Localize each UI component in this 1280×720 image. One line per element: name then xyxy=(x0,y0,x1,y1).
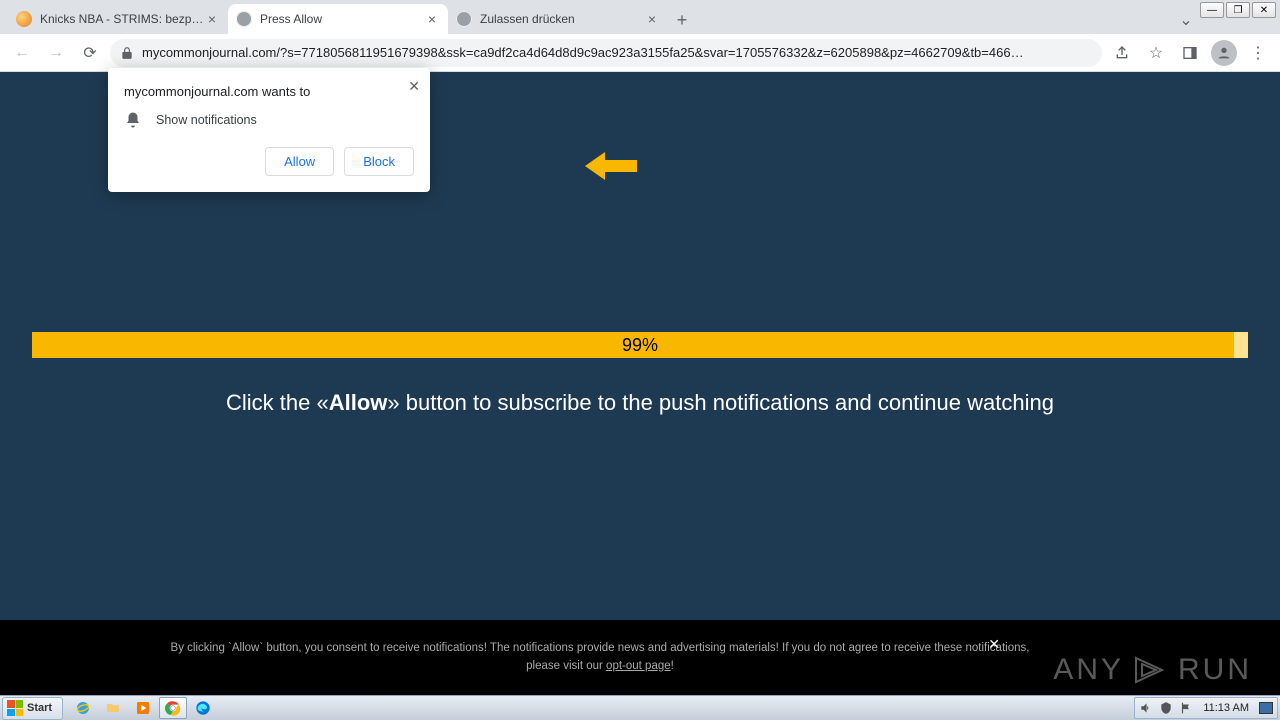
taskbar: Start 11:13 AM xyxy=(0,695,1280,720)
forward-button[interactable]: → xyxy=(42,39,70,67)
url-text: mycommonjournal.com/?s=77180568119516793… xyxy=(142,45,1092,60)
progress-bar: 99% xyxy=(32,332,1248,358)
block-button[interactable]: Block xyxy=(344,147,414,176)
back-button[interactable]: ← xyxy=(8,39,36,67)
permission-capability: Show notifications xyxy=(156,113,257,127)
instruction-post: » button to subscribe to the push notifi… xyxy=(387,390,1054,415)
instruction-pre: Click the « xyxy=(226,390,329,415)
permission-close-icon[interactable]: ✕ xyxy=(408,78,420,95)
progress-remainder xyxy=(1234,332,1248,358)
opt-out-link[interactable]: opt-out page xyxy=(606,660,671,672)
tab-strip: Knicks NBA - STRIMS: bezpłatna tran × Pr… xyxy=(0,0,1280,34)
bell-icon xyxy=(124,111,142,129)
maximize-button[interactable]: ❐ xyxy=(1226,2,1250,18)
watermark-run: RUN xyxy=(1178,653,1252,687)
arrow-left-icon xyxy=(585,144,637,192)
play-icon xyxy=(1132,654,1170,686)
tab-title: Knicks NBA - STRIMS: bezpłatna tran xyxy=(40,12,204,26)
tab-zulassen[interactable]: Zulassen drücken × xyxy=(448,4,668,34)
consent-banner: By clicking `Allow` button, you consent … xyxy=(0,620,1280,695)
lock-icon xyxy=(120,46,134,60)
close-icon[interactable]: × xyxy=(424,11,440,27)
consent-text: By clicking `Allow` button, you consent … xyxy=(171,640,1030,675)
tab-knicks[interactable]: Knicks NBA - STRIMS: bezpłatna tran × xyxy=(8,4,228,34)
show-desktop-icon[interactable] xyxy=(1259,702,1273,714)
start-label: Start xyxy=(27,702,52,714)
window-controls: — ❐ ✕ xyxy=(1196,0,1280,20)
volume-icon[interactable] xyxy=(1139,701,1153,715)
edge-icon[interactable] xyxy=(189,697,217,719)
address-bar[interactable]: mycommonjournal.com/?s=77180568119516793… xyxy=(110,39,1102,67)
close-window-button[interactable]: ✕ xyxy=(1252,2,1276,18)
clock[interactable]: 11:13 AM xyxy=(1199,702,1253,714)
instruction-strong: Allow xyxy=(329,390,388,415)
kebab-menu-icon[interactable]: ⋮ xyxy=(1244,39,1272,67)
close-icon[interactable]: × xyxy=(644,11,660,27)
system-tray: 11:13 AM xyxy=(1134,697,1278,719)
watermark-any: ANY xyxy=(1053,653,1124,687)
instruction-text: Click the «Allow» button to subscribe to… xyxy=(0,390,1280,416)
side-panel-icon[interactable] xyxy=(1176,39,1204,67)
share-icon[interactable] xyxy=(1108,39,1136,67)
notification-permission-prompt: ✕ mycommonjournal.com wants to Show noti… xyxy=(108,68,430,192)
tab-title: Press Allow xyxy=(260,12,424,26)
reload-button[interactable]: ⟳ xyxy=(76,39,104,67)
flag-icon[interactable] xyxy=(1179,701,1193,715)
media-player-icon[interactable] xyxy=(129,697,157,719)
tab-press-allow[interactable]: Press Allow × xyxy=(228,4,448,34)
quick-launch xyxy=(69,697,217,719)
profile-avatar[interactable] xyxy=(1210,39,1238,67)
consent-close-icon[interactable]: ✕ xyxy=(988,636,1000,653)
permission-origin: mycommonjournal.com wants to xyxy=(124,84,414,99)
close-icon[interactable]: × xyxy=(204,11,220,27)
minimize-button[interactable]: — xyxy=(1200,2,1224,18)
globe-icon xyxy=(236,11,252,27)
bookmark-star-icon[interactable]: ☆ xyxy=(1142,39,1170,67)
security-icon[interactable] xyxy=(1159,701,1173,715)
windows-logo-icon xyxy=(7,700,23,716)
consent-line2-pre: please visit our xyxy=(526,660,606,672)
progress-percent: 99% xyxy=(622,335,658,356)
allow-button[interactable]: Allow xyxy=(265,147,334,176)
consent-line2-post: ! xyxy=(671,660,674,672)
chrome-icon[interactable] xyxy=(159,697,187,719)
start-button[interactable]: Start xyxy=(2,697,63,720)
basketball-icon xyxy=(16,11,32,27)
browser-window: Knicks NBA - STRIMS: bezpłatna tran × Pr… xyxy=(0,0,1280,695)
tab-title: Zulassen drücken xyxy=(480,12,644,26)
consent-line1: By clicking `Allow` button, you consent … xyxy=(171,642,1030,654)
globe-icon xyxy=(456,11,472,27)
ie-icon[interactable] xyxy=(69,697,97,719)
anyrun-watermark: ANY RUN xyxy=(1053,653,1252,687)
explorer-icon[interactable] xyxy=(99,697,127,719)
new-tab-button[interactable]: + xyxy=(668,6,696,34)
browser-toolbar: ← → ⟳ mycommonjournal.com/?s=77180568119… xyxy=(0,34,1280,72)
